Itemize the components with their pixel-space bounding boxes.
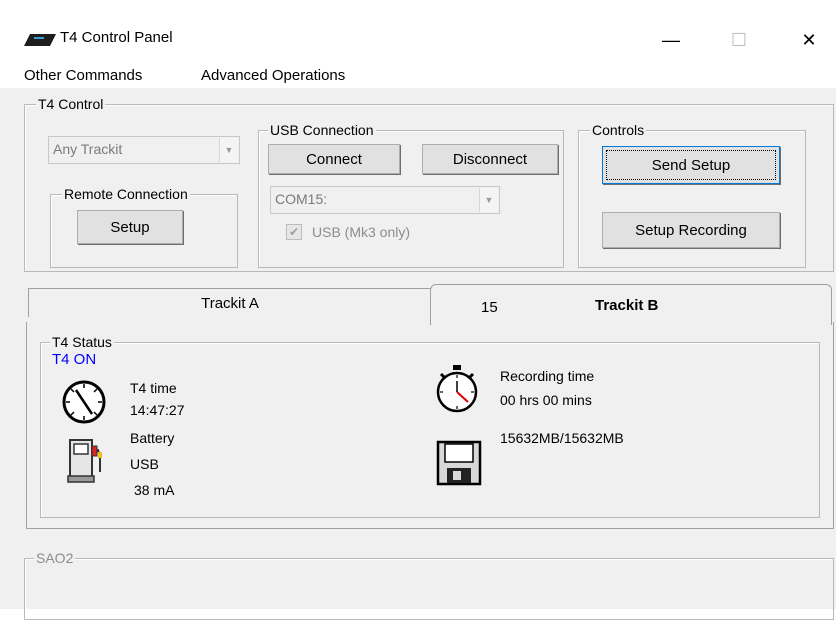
recording-time-label: Recording time [500, 368, 595, 384]
recording-time-value: 00 hrs 00 mins [500, 392, 592, 408]
window-title: T4 Control Panel [60, 29, 173, 46]
trackit-select[interactable]: Any Trackit ▼ [48, 136, 240, 164]
battery-icon [67, 439, 102, 483]
t4-control-label: T4 Control [36, 96, 106, 112]
sao2-label: SAO2 [34, 550, 76, 566]
main-panel: T4 Control Any Trackit ▼ Remote Connecti… [0, 88, 836, 620]
maximize-button[interactable]: ☐ [716, 20, 762, 60]
t4-status-label: T4 Status [50, 334, 114, 350]
tab-trackit-b[interactable]: 15 Trackit B [430, 284, 832, 325]
setup-recording-button[interactable]: Setup Recording [602, 212, 780, 248]
usb-connection-label: USB Connection [268, 122, 376, 138]
chevron-down-icon: ▼ [479, 188, 498, 212]
menu-advanced-operations[interactable]: Advanced Operations [201, 67, 345, 84]
app-icon [24, 34, 56, 46]
battery-source: USB [130, 456, 159, 472]
t4-time-value: 14:47:27 [130, 402, 185, 418]
storage-value: 15632MB/15632MB [500, 430, 624, 446]
remote-setup-button[interactable]: Setup [77, 210, 183, 244]
controls-label: Controls [590, 122, 647, 138]
close-button[interactable]: ✕ [786, 20, 832, 60]
connect-button[interactable]: Connect [268, 144, 400, 174]
tab-trackit-a-label: Trackit A [201, 295, 259, 312]
trackit-select-value: Any Trackit [53, 141, 123, 157]
stopwatch-icon [436, 365, 478, 413]
minimize-button[interactable]: — [648, 20, 694, 60]
floppy-disk-icon [436, 440, 482, 486]
battery-label: Battery [130, 430, 175, 446]
sao2-group [24, 558, 834, 620]
com-port-select[interactable]: COM15: ▼ [270, 186, 500, 214]
clock-icon [62, 380, 106, 424]
menu-other-commands[interactable]: Other Commands [24, 67, 142, 84]
chevron-down-icon: ▼ [219, 138, 238, 162]
send-setup-button[interactable]: Send Setup [602, 146, 780, 184]
disconnect-button[interactable]: Disconnect [422, 144, 558, 174]
usb-mk3-label: USB (Mk3 only) [312, 224, 411, 240]
tab-trackit-b-label: Trackit B [595, 297, 659, 314]
t4-state: T4 ON [52, 351, 97, 368]
battery-current: 38 mA [134, 482, 175, 498]
remote-connection-label: Remote Connection [62, 186, 190, 202]
t4-time-label: T4 time [130, 380, 177, 396]
tab-trackit-b-number: 15 [481, 299, 498, 316]
usb-mk3-checkbox[interactable]: ✔ [286, 224, 302, 240]
com-port-value: COM15: [275, 191, 328, 207]
tab-trackit-a[interactable]: Trackit A [28, 288, 432, 317]
